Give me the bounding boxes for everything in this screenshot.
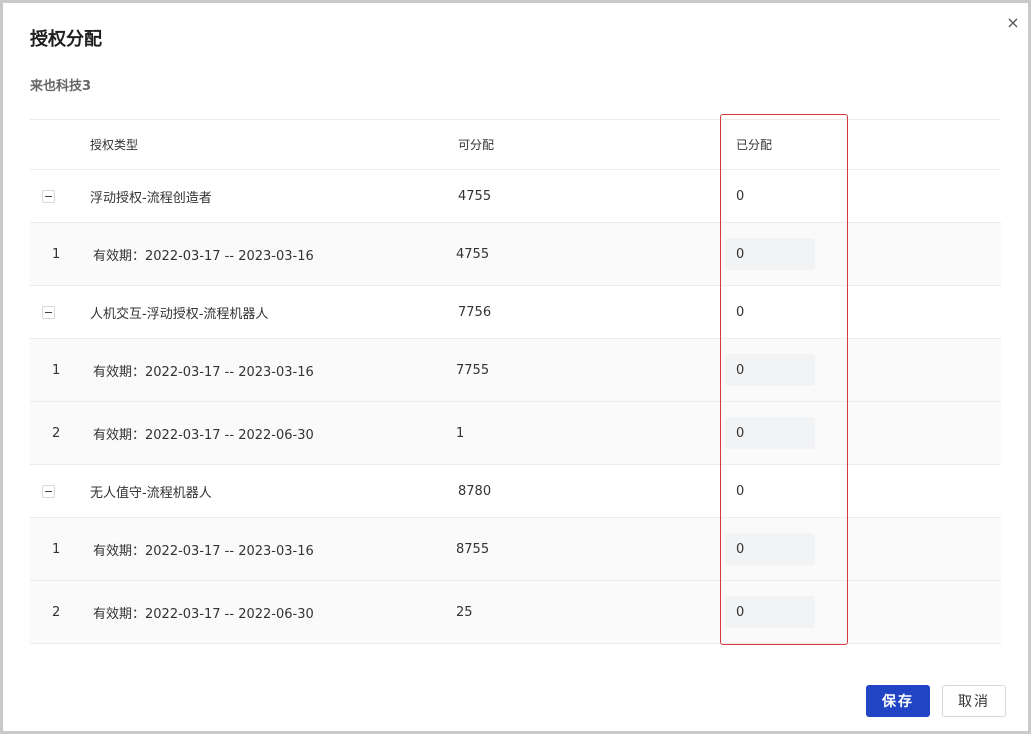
license-type-name: 浮动授权-流程创造者 bbox=[90, 190, 212, 206]
assigned-cell bbox=[725, 339, 815, 401]
table-row: 2 有效期：2022-03-17 -- 2022-06-30 1 bbox=[30, 402, 1001, 465]
assigned-cell bbox=[725, 581, 815, 643]
available-count: 4755 bbox=[456, 246, 490, 262]
cancel-button[interactable]: 取消 bbox=[942, 685, 1006, 717]
header-license-type: 授权类型 bbox=[90, 138, 139, 152]
available-count: 4755 bbox=[458, 188, 492, 204]
available-count: 7756 bbox=[458, 304, 492, 320]
assigned-input[interactable] bbox=[725, 533, 815, 565]
assigned-input[interactable] bbox=[725, 238, 815, 270]
validity-period: 有效期：2022-03-17 -- 2022-06-30 bbox=[93, 427, 314, 443]
assigned-cell bbox=[725, 402, 815, 464]
license-type-name: 人机交互-浮动授权-流程机器人 bbox=[90, 306, 269, 322]
dialog-title: 授权分配 bbox=[30, 29, 102, 50]
assigned-input[interactable] bbox=[725, 354, 815, 386]
table-group-row: 浮动授权-流程创造者 4755 0 bbox=[30, 170, 1001, 223]
available-count: 25 bbox=[456, 604, 473, 620]
collapse-toggle[interactable] bbox=[42, 170, 55, 222]
available-count: 1 bbox=[456, 425, 465, 441]
save-button[interactable]: 保存 bbox=[866, 685, 930, 717]
license-allocation-dialog: × 授权分配 来也科技3 授权类型 可分配 已分配 浮动授权-流程创造者 475… bbox=[0, 0, 1031, 734]
validity-period: 有效期：2022-03-17 -- 2023-03-16 bbox=[93, 248, 314, 264]
table-row: 1 有效期：2022-03-17 -- 2023-03-16 7755 bbox=[30, 339, 1001, 402]
assigned-count: 0 bbox=[736, 304, 745, 320]
validity-period: 有效期：2022-03-17 -- 2023-03-16 bbox=[93, 543, 314, 559]
header-assigned: 已分配 bbox=[736, 138, 773, 152]
row-index: 2 bbox=[52, 604, 61, 620]
assigned-input[interactable] bbox=[725, 596, 815, 628]
assigned-count: 0 bbox=[736, 483, 745, 499]
table-group-row: 无人值守-流程机器人 8780 0 bbox=[30, 465, 1001, 518]
assigned-input[interactable] bbox=[725, 417, 815, 449]
collapse-toggle[interactable] bbox=[42, 465, 55, 517]
table-row: 1 有效期：2022-03-17 -- 2023-03-16 8755 bbox=[30, 518, 1001, 581]
row-index: 2 bbox=[52, 425, 61, 441]
assigned-count: 0 bbox=[736, 188, 745, 204]
license-type-name: 无人值守-流程机器人 bbox=[90, 485, 212, 501]
minus-icon[interactable] bbox=[42, 189, 55, 203]
header-available: 可分配 bbox=[458, 138, 495, 152]
table-header: 授权类型 可分配 已分配 bbox=[30, 119, 1001, 170]
table-row: 1 有效期：2022-03-17 -- 2023-03-16 4755 bbox=[30, 223, 1001, 286]
assigned-cell bbox=[725, 518, 815, 580]
available-count: 8780 bbox=[458, 483, 492, 499]
assigned-cell bbox=[725, 223, 815, 285]
company-name: 来也科技3 bbox=[30, 79, 92, 94]
validity-period: 有效期：2022-03-17 -- 2022-06-30 bbox=[93, 606, 314, 622]
validity-period: 有效期：2022-03-17 -- 2023-03-16 bbox=[93, 364, 314, 380]
minus-icon[interactable] bbox=[42, 305, 55, 319]
available-count: 8755 bbox=[456, 541, 490, 557]
close-icon[interactable]: × bbox=[1003, 13, 1023, 33]
row-index: 1 bbox=[52, 362, 61, 378]
row-index: 1 bbox=[52, 541, 61, 557]
table-row: 2 有效期：2022-03-17 -- 2022-06-30 25 bbox=[30, 581, 1001, 644]
row-index: 1 bbox=[52, 246, 61, 262]
collapse-toggle[interactable] bbox=[42, 286, 55, 338]
minus-icon[interactable] bbox=[42, 484, 55, 498]
available-count: 7755 bbox=[456, 362, 490, 378]
table-group-row: 人机交互-浮动授权-流程机器人 7756 0 bbox=[30, 286, 1001, 339]
